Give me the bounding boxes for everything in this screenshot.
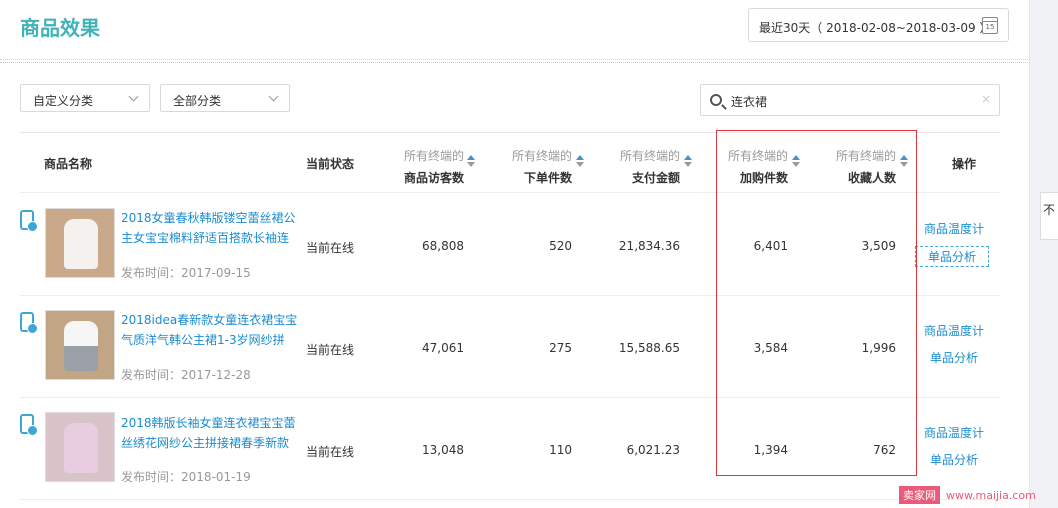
- orders-value: 275: [549, 341, 572, 355]
- sort-icon[interactable]: [467, 155, 475, 167]
- product-title-link[interactable]: 2018韩版长袖女童连衣裙宝宝蕾丝绣花网纱公主拼接裙春季新款: [121, 413, 301, 453]
- item-analysis-link[interactable]: 单品分析: [930, 349, 978, 366]
- publish-date: 发布时间：2017-12-28: [121, 368, 251, 382]
- header-payment-sub: 所有终端的: [619, 149, 680, 163]
- status-text: 当前在线: [306, 343, 355, 357]
- all-category-dropdown[interactable]: 全部分类: [160, 84, 290, 112]
- payment-value: 15,588.65: [618, 341, 680, 355]
- custom-category-dropdown[interactable]: 自定义分类: [20, 84, 150, 112]
- product-title-link[interactable]: 2018idea春新款女童连衣裙宝宝气质洋气韩公主裙1-3岁网纱拼: [121, 310, 301, 350]
- mobile-icon: [20, 312, 38, 334]
- header-status: 当前状态: [306, 157, 355, 171]
- header-orders-sub: 所有终端的: [511, 149, 572, 163]
- row-divider: [20, 499, 1000, 500]
- calendar-day: 15: [985, 23, 995, 31]
- product-thermometer-link[interactable]: 商品温度计: [924, 220, 984, 237]
- mobile-icon: [20, 414, 38, 436]
- watermark-badge: 卖家网: [899, 486, 940, 504]
- highlight-box: [716, 130, 917, 476]
- product-thumbnail[interactable]: [45, 412, 115, 482]
- mobile-icon: [20, 210, 38, 232]
- main-panel: 商品效果 最近30天（ 2018-02-08~2018-03-09 ） 15 自…: [0, 0, 1030, 508]
- date-range-picker[interactable]: 最近30天（ 2018-02-08~2018-03-09 ） 15: [748, 8, 1009, 42]
- product-thermometer-link[interactable]: 商品温度计: [924, 322, 984, 339]
- payment-value: 6,021.23: [626, 443, 680, 457]
- header-orders-main: 下单件数: [523, 171, 572, 185]
- calendar-icon[interactable]: 15: [982, 17, 998, 34]
- header-visitors-sub: 所有终端的: [403, 149, 464, 163]
- watermark-url: www.maijia.com: [946, 488, 1036, 502]
- sort-icon[interactable]: [576, 155, 584, 167]
- visitors-value: 13,048: [422, 443, 464, 457]
- visitors-value: 47,061: [422, 341, 464, 355]
- visitors-value: 68,808: [422, 239, 464, 253]
- product-thumbnail[interactable]: [45, 310, 115, 380]
- chevron-down-icon: [268, 91, 279, 102]
- product-thumbnail[interactable]: [45, 208, 115, 278]
- publish-date: 发布时间：2018-01-19: [121, 470, 251, 484]
- divider: [0, 59, 1030, 63]
- publish-date: 发布时间：2017-09-15: [121, 266, 251, 280]
- header-orders[interactable]: 所有终端的 下单件数: [508, 147, 572, 186]
- product-thermometer-link[interactable]: 商品温度计: [924, 424, 984, 441]
- search-input[interactable]: 连衣裙 ×: [700, 84, 1000, 116]
- header-payment[interactable]: 所有终端的 支付金额: [616, 147, 680, 186]
- product-title-link[interactable]: 2018女童春秋韩版镂空蕾丝裙公主女宝宝棉料舒适百搭款长袖连: [121, 208, 301, 248]
- search-icon: [710, 94, 722, 106]
- custom-category-label: 自定义分类: [33, 94, 94, 108]
- chevron-down-icon: [128, 91, 139, 102]
- date-range-text: 最近30天（ 2018-02-08~2018-03-09 ）: [759, 21, 992, 35]
- watermark: 卖家网 www.maijia.com: [899, 486, 1036, 504]
- search-value: 连衣裙: [731, 95, 768, 109]
- page-title: 商品效果: [20, 16, 100, 40]
- header-payment-main: 支付金额: [631, 171, 680, 185]
- header-actions: 操作: [952, 157, 977, 171]
- header-visitors[interactable]: 所有终端的 商品访客数: [400, 147, 464, 186]
- clear-icon[interactable]: ×: [981, 92, 991, 106]
- item-analysis-link[interactable]: 单品分析: [930, 451, 978, 468]
- payment-value: 21,834.36: [618, 239, 680, 253]
- status-text: 当前在线: [306, 445, 355, 459]
- item-analysis-link[interactable]: 单品分析: [914, 246, 990, 267]
- sort-icon[interactable]: [684, 155, 692, 167]
- orders-value: 520: [549, 239, 572, 253]
- orders-value: 110: [549, 443, 572, 457]
- all-category-label: 全部分类: [173, 94, 222, 108]
- header-name: 商品名称: [44, 157, 93, 171]
- header-visitors-main: 商品访客数: [403, 171, 464, 185]
- status-text: 当前在线: [306, 241, 355, 255]
- side-tab[interactable]: 不: [1040, 192, 1058, 240]
